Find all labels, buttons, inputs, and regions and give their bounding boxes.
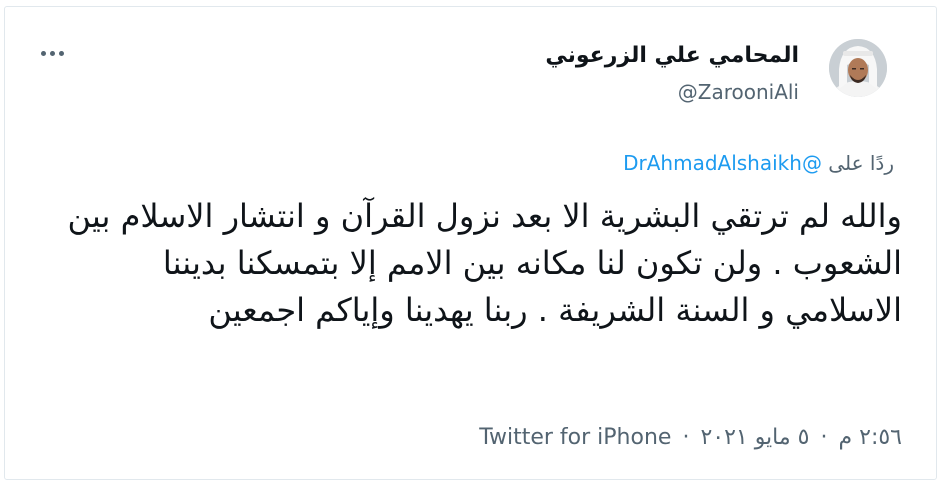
author-handle[interactable]: @ZarooniAli	[678, 80, 799, 104]
tweet-date[interactable]: ٥ مايو ٢٠٢١	[700, 425, 809, 450]
tweet-card: المحامي علي الزرعوني @ZarooniAli ردًا عل…	[4, 6, 937, 480]
more-options-button[interactable]	[35, 41, 69, 65]
reply-prefix: ردًا على	[828, 151, 894, 175]
tweet-text: والله لم ترتقي البشرية الا بعد نزول القر…	[67, 197, 902, 329]
ellipsis-dot-icon	[40, 50, 46, 56]
tweet-source-link[interactable]: Twitter for iPhone	[479, 425, 671, 450]
user-avatar-icon	[829, 39, 887, 97]
ellipsis-dot-icon	[58, 50, 64, 56]
ellipsis-dot-icon	[49, 50, 55, 56]
reply-target-link[interactable]: @DrAhmadAlshaikh	[623, 151, 822, 175]
tweet-time[interactable]: ٢:٥٦ م	[839, 425, 903, 450]
author-display-name[interactable]: المحامي علي الزرعوني	[545, 43, 799, 68]
avatar[interactable]	[829, 39, 887, 97]
meta-separator: ·	[682, 425, 690, 450]
reply-context: ردًا على @DrAhmadAlshaikh	[623, 151, 894, 175]
tweet-meta: ٢:٥٦ م · ٥ مايو ٢٠٢١ · Twitter for iPhon…	[479, 425, 902, 450]
meta-separator: ·	[820, 425, 828, 450]
